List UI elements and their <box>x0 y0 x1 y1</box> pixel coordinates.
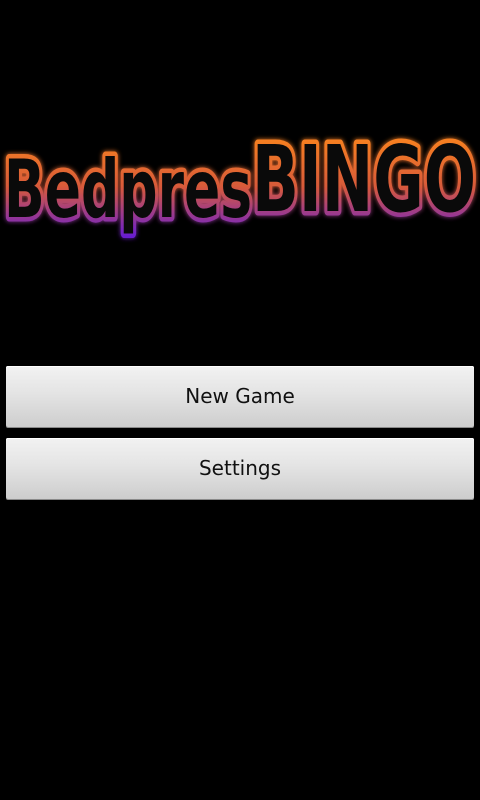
logo-fill: BedpresBINGO <box>4 126 476 236</box>
app-logo: BedpresBINGO BedpresBINGO <box>0 112 480 252</box>
new-game-button[interactable]: New Game <box>6 366 474 427</box>
settings-button[interactable]: Settings <box>6 438 474 499</box>
app-logo-graphic: BedpresBINGO BedpresBINGO <box>0 122 480 241</box>
